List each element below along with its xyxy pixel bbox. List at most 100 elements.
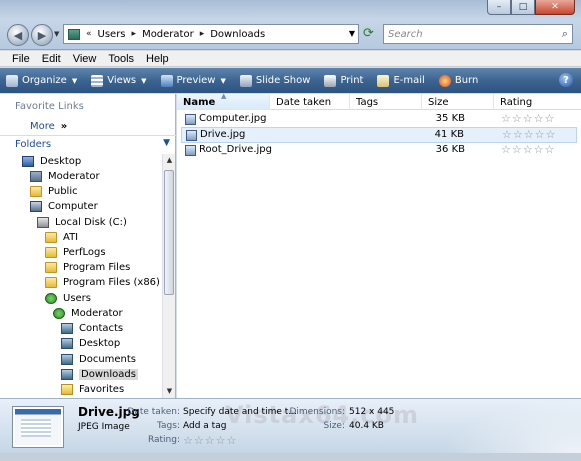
column-rating-label: Rating — [500, 96, 533, 108]
close-button[interactable]: ✕ — [535, 0, 575, 15]
burn-button[interactable]: Burn — [438, 74, 478, 87]
tree-item-desktop-folder[interactable]: Desktop — [61, 336, 120, 351]
tree-item-downloads[interactable]: Downloads — [61, 367, 138, 382]
documents-folder-icon — [61, 354, 73, 365]
file-row-computer[interactable]: Computer.jpg 35 KB ☆☆☆☆☆ — [181, 112, 577, 128]
tree-item-users[interactable]: Users — [45, 291, 91, 306]
tree-item-desktop[interactable]: Desktop — [22, 154, 81, 169]
minimize-button[interactable]: – — [487, 0, 511, 15]
column-headers: ▲ Name Date taken Tags Size Rating — [177, 92, 581, 110]
file-name: Computer.jpg — [199, 113, 267, 124]
tree-item-label: Documents — [79, 354, 137, 365]
breadcrumb-downloads[interactable]: Downloads — [210, 29, 265, 40]
tree-item-favorites[interactable]: Favorites — [61, 382, 124, 397]
folder-tree-scrollbar[interactable]: ▲ ▼ — [162, 154, 175, 398]
tree-item-label: Public — [48, 186, 78, 197]
tree-item-program-files[interactable]: Program Files — [45, 260, 130, 275]
views-button[interactable]: Views ▼ — [91, 74, 147, 87]
forward-button[interactable]: ▶ — [31, 24, 53, 46]
breadcrumb-moderator[interactable]: Moderator — [142, 29, 194, 40]
breadcrumb-overflow[interactable]: « — [86, 29, 92, 39]
menu-help[interactable]: Help — [146, 53, 169, 65]
printer-icon — [324, 74, 337, 87]
chevron-down-icon: ▼ — [71, 76, 78, 85]
rating-stars[interactable]: ☆☆☆☆☆ — [501, 143, 555, 156]
help-icon[interactable]: ? — [559, 73, 573, 87]
address-dropdown-icon[interactable]: ▼ — [349, 29, 355, 38]
tree-item-documents[interactable]: Documents — [61, 352, 136, 367]
column-size[interactable]: Size — [422, 94, 494, 110]
column-date-taken[interactable]: Date taken — [270, 94, 350, 110]
email-button[interactable]: E-mail — [377, 74, 425, 87]
menu-edit[interactable]: Edit — [42, 53, 61, 65]
tree-item-local-disk[interactable]: Local Disk (C:) — [37, 215, 127, 230]
tree-item-ati[interactable]: ATI — [45, 230, 78, 245]
slideshow-button[interactable]: Slide Show — [239, 74, 310, 87]
details-rating-stars[interactable]: ☆☆☆☆☆ — [183, 434, 237, 447]
tree-item-label: PerfLogs — [63, 247, 106, 258]
organize-button[interactable]: Organize ▼ — [6, 74, 78, 87]
tags-field[interactable]: Add a tag — [183, 421, 226, 431]
tree-item-public[interactable]: Public — [30, 184, 78, 199]
refresh-icon[interactable]: ⟳ — [363, 26, 374, 41]
dimensions-value: 512 x 445 — [349, 407, 395, 417]
column-name[interactable]: ▲ Name — [177, 92, 270, 110]
slideshow-icon — [239, 74, 252, 87]
downloads-folder-icon — [61, 369, 73, 380]
tree-item-label: Favorites — [79, 384, 125, 395]
more-label: More — [30, 121, 55, 132]
breadcrumb-users[interactable]: Users — [98, 29, 126, 40]
menu-file[interactable]: File — [12, 53, 30, 65]
menu-tools[interactable]: Tools — [108, 53, 134, 65]
views-label: Views — [107, 75, 137, 86]
breadcrumb-separator-icon[interactable]: ▸ — [200, 29, 205, 39]
title-bar: – □ ✕ ◀ ▶ ▼ « Users ▸ Moderator ▸ Downlo… — [0, 0, 581, 50]
search-icon[interactable]: ⌕ — [562, 27, 568, 41]
tree-item-label: Program Files — [63, 262, 131, 273]
menu-view[interactable]: View — [73, 53, 97, 65]
tree-item-contacts[interactable]: Contacts — [61, 321, 123, 336]
column-tags[interactable]: Tags — [350, 94, 422, 110]
file-size: 35 KB — [435, 113, 465, 124]
desktop-icon — [22, 156, 34, 167]
rating-stars[interactable]: ☆☆☆☆☆ — [502, 128, 556, 141]
file-size: 41 KB — [434, 129, 464, 140]
views-icon — [91, 74, 104, 87]
column-rating[interactable]: Rating — [494, 94, 581, 110]
folder-icon — [45, 277, 57, 288]
chevron-down-icon: ▼ — [163, 138, 170, 148]
folder-icon — [30, 186, 42, 197]
organize-label: Organize — [22, 75, 67, 86]
tree-item-program-files-x86[interactable]: Program Files (x86) — [45, 275, 160, 290]
recent-pages-dropdown[interactable]: ▼ — [54, 30, 59, 38]
chevron-down-icon: ▼ — [141, 76, 147, 85]
size-label: Size: — [323, 421, 345, 431]
tree-item-moderator[interactable]: Moderator — [30, 169, 100, 184]
preview-button[interactable]: Preview ▼ — [160, 74, 226, 87]
folder-tree: Desktop Moderator Public Computer Local … — [0, 154, 162, 398]
search-input[interactable]: Search ⌕ — [383, 24, 573, 44]
date-taken-label: Date taken: — [127, 407, 180, 417]
maximize-button[interactable]: □ — [511, 0, 535, 15]
tree-item-moderator-user[interactable]: Moderator — [53, 306, 123, 321]
file-row-root-drive[interactable]: Root_Drive.jpg 36 KB ☆☆☆☆☆ — [181, 143, 577, 159]
tree-item-label: ATI — [63, 232, 79, 243]
scroll-up-icon[interactable]: ▲ — [163, 154, 176, 167]
breadcrumb-separator-icon[interactable]: ▸ — [132, 29, 137, 39]
rating-stars[interactable]: ☆☆☆☆☆ — [501, 112, 555, 125]
details-pane: Vistax64.com Drive.jpg JPEG Image Date t… — [0, 398, 581, 454]
scrollbar-thumb[interactable] — [164, 170, 174, 295]
more-links-button[interactable]: More » — [30, 121, 67, 132]
file-row-drive[interactable]: Drive.jpg 41 KB ☆☆☆☆☆ — [181, 127, 577, 143]
back-button[interactable]: ◀ — [7, 24, 29, 46]
image-file-icon — [185, 145, 196, 156]
tree-item-computer[interactable]: Computer — [30, 199, 98, 214]
chevron-down-icon: ▼ — [220, 76, 226, 85]
address-bar[interactable]: « Users ▸ Moderator ▸ Downloads ▼ — [63, 24, 359, 44]
tree-item-label: Computer — [48, 201, 98, 212]
tree-item-perflogs[interactable]: PerfLogs — [45, 245, 106, 260]
rating-label: Rating: — [147, 435, 180, 445]
folders-header[interactable]: Folders ▼ — [0, 135, 176, 153]
scroll-down-icon[interactable]: ▼ — [163, 385, 176, 398]
print-button[interactable]: Print — [324, 74, 363, 87]
